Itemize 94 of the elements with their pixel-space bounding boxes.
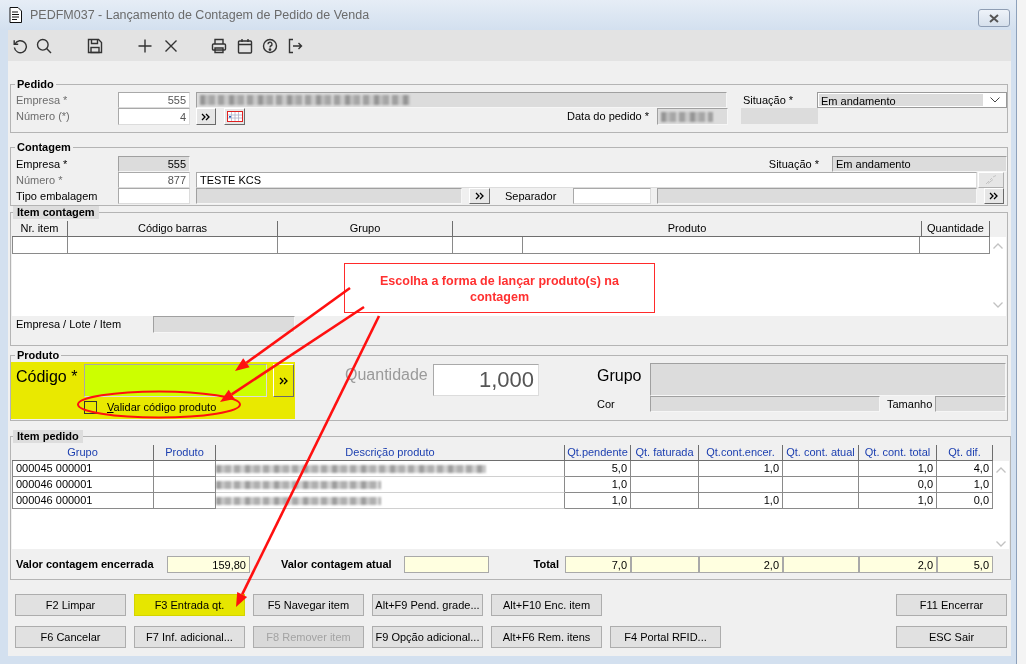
double-chevron-icon xyxy=(278,376,289,385)
action-button[interactable]: Alt+F6 Rem. itens xyxy=(491,626,602,648)
field-label: Empresa / Lote / Item xyxy=(16,317,123,332)
close-icon xyxy=(989,13,999,23)
table-cell xyxy=(631,477,699,493)
total-cell: 2,0 xyxy=(699,556,783,573)
field-label: Data do pedido * xyxy=(566,109,650,124)
code-field[interactable] xyxy=(84,364,267,397)
lookup-button[interactable] xyxy=(984,188,1004,204)
field-label: Situação * xyxy=(767,157,820,172)
save-icon xyxy=(87,37,103,54)
table-cell: 000046 000001 xyxy=(12,493,154,509)
status-field: Em andamento xyxy=(832,156,1007,172)
action-button[interactable]: F5 Navegar item xyxy=(253,594,364,616)
blurred-text xyxy=(661,111,713,122)
total-field: 159,80 xyxy=(167,556,250,573)
input-field[interactable]: 555 xyxy=(118,156,190,172)
chevron-down-icon xyxy=(990,97,1000,103)
action-button[interactable]: Alt+F10 Enc. item xyxy=(491,594,602,616)
table-cell: 1,0 xyxy=(859,461,937,477)
table-cell: 000045 000001 xyxy=(12,461,154,477)
field-label: Cor xyxy=(597,397,616,412)
action-button[interactable]: Alt+F9 Pend. grade... xyxy=(372,594,483,616)
table-cell: 1,0 xyxy=(565,493,631,509)
callout-text: Escolha a forma de lançar produto(s) na contagem xyxy=(344,263,655,313)
grid-button[interactable] xyxy=(224,108,245,125)
calendar-icon xyxy=(237,37,253,54)
lookup-button[interactable] xyxy=(196,108,216,125)
table-cell xyxy=(631,461,699,477)
field-label: Situação * xyxy=(743,93,795,108)
undo-icon xyxy=(12,37,28,54)
section-title: Pedido xyxy=(15,78,56,91)
input-field[interactable] xyxy=(118,188,190,204)
action-button[interactable]: F7 Inf. adicional... xyxy=(134,626,245,648)
size-field xyxy=(935,396,1006,412)
table-cell: 5,0 xyxy=(565,461,631,477)
status-dropdown[interactable]: Em andamento xyxy=(817,92,1007,108)
table-cell: 0,0 xyxy=(937,493,993,509)
double-chevron-icon xyxy=(201,112,211,121)
section-title: Item contagem xyxy=(13,206,99,219)
pen-icon xyxy=(985,175,997,185)
field-label: Número * xyxy=(16,173,64,188)
table-cell: 1,0 xyxy=(699,461,783,477)
field-label: Número (*) xyxy=(16,109,71,124)
cross-icon xyxy=(163,37,179,54)
plus-icon xyxy=(137,37,153,54)
action-button[interactable]: F11 Encerrar xyxy=(896,594,1007,616)
double-chevron-icon xyxy=(989,192,999,200)
document-icon xyxy=(9,7,22,23)
description-field[interactable]: TESTE KCS xyxy=(196,172,977,188)
field-label: Valor contagem atual xyxy=(281,557,393,572)
exit-icon xyxy=(287,37,303,54)
action-button[interactable]: ESC Sair xyxy=(896,626,1007,648)
field-label: Tamanho xyxy=(887,397,934,412)
table-row[interactable] xyxy=(12,237,990,254)
printer-icon xyxy=(211,37,227,54)
field-label: Grupo xyxy=(597,366,643,386)
field-label: Empresa * xyxy=(16,157,69,172)
field-label: Separador xyxy=(505,189,558,204)
checkbox-label[interactable]: Validar código produto xyxy=(107,401,217,413)
window-title: PEDFM037 - Lançamento de Contagem de Pedido de Venda xyxy=(30,8,370,22)
total-cell xyxy=(631,556,699,573)
section-title: Produto xyxy=(15,349,62,362)
action-button[interactable]: F3 Entrada qt. xyxy=(134,594,245,616)
field-label: Empresa * xyxy=(16,93,69,108)
table-cell: 1,0 xyxy=(859,493,937,509)
table-cell xyxy=(631,493,699,509)
action-button[interactable]: F9 Opção adicional... xyxy=(372,626,483,648)
table-cell: 1,0 xyxy=(699,493,783,509)
field-label: Valor contagem encerrada xyxy=(16,557,155,572)
double-chevron-icon xyxy=(474,192,485,200)
action-button[interactable]: F2 Limpar xyxy=(15,594,126,616)
input-field[interactable] xyxy=(573,188,651,204)
action-button[interactable]: F6 Cancelar xyxy=(15,626,126,648)
lookup-button[interactable] xyxy=(469,188,490,204)
help-icon xyxy=(262,37,278,54)
table-cell: 1,0 xyxy=(937,477,993,493)
section-title: Contagem xyxy=(15,141,73,154)
field-label: Tipo embalagem xyxy=(16,189,99,204)
field-label: Código * xyxy=(16,367,79,387)
table-cell: 4,0 xyxy=(937,461,993,477)
table-icon xyxy=(226,111,243,122)
total-cell: 7,0 xyxy=(565,556,631,573)
total-cell: 2,0 xyxy=(859,556,937,573)
table-cell: 000046 000001 xyxy=(12,477,154,493)
table-cell: 0,0 xyxy=(859,477,937,493)
table-cell: 1,0 xyxy=(565,477,631,493)
search-icon xyxy=(36,37,52,54)
action-button[interactable]: F4 Portal RFID... xyxy=(610,626,721,648)
field-label: Total xyxy=(532,557,560,572)
close-button[interactable] xyxy=(978,9,1010,27)
checkbox[interactable] xyxy=(84,400,97,414)
section-title: Item pedido xyxy=(13,430,83,443)
total-cell: 5,0 xyxy=(937,556,993,573)
